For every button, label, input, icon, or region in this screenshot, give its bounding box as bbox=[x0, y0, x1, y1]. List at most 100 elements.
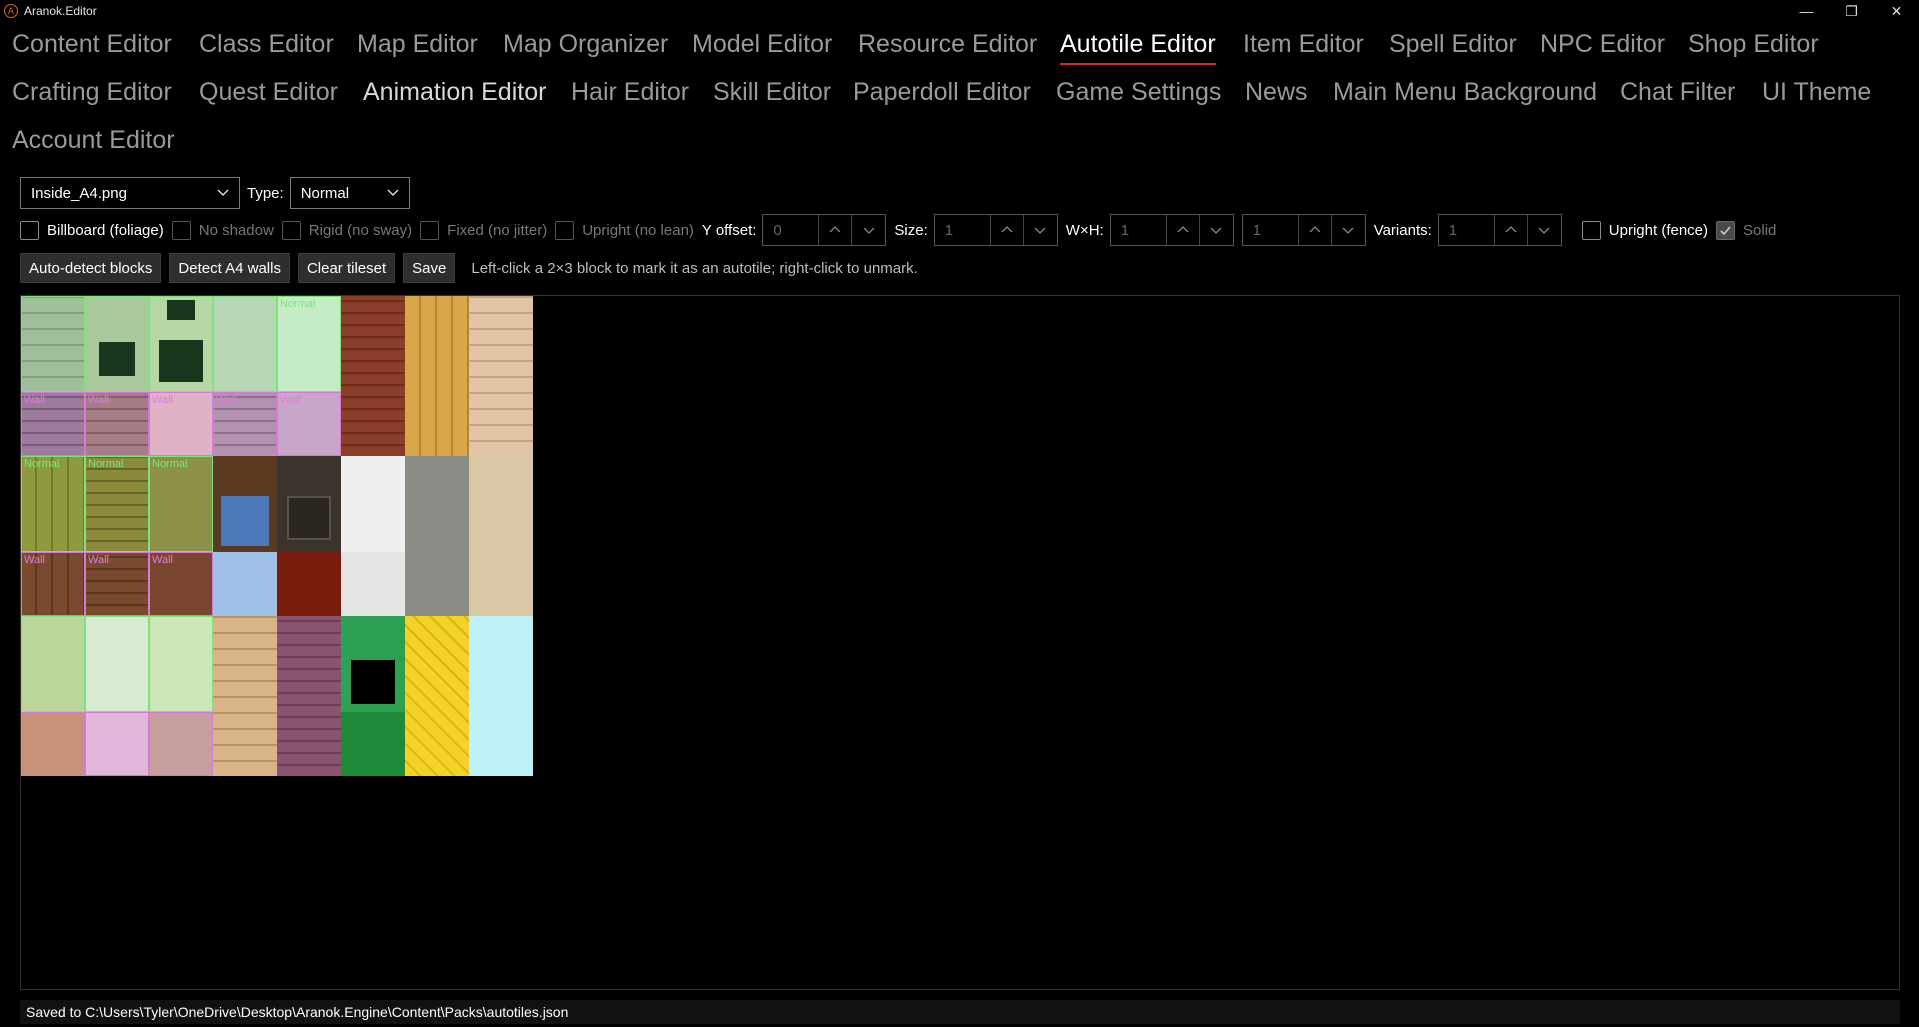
type-select[interactable]: Normal bbox=[289, 177, 410, 209]
autotile-block[interactable] bbox=[85, 296, 149, 392]
tile-block[interactable] bbox=[469, 456, 533, 616]
minimize-button[interactable]: — bbox=[1784, 0, 1829, 22]
tab-news[interactable]: News bbox=[1245, 72, 1308, 112]
autotile-block[interactable] bbox=[149, 712, 213, 776]
tab-content-editor[interactable]: Content Editor bbox=[12, 24, 172, 64]
autotile-block[interactable]: Wall bbox=[21, 392, 85, 456]
size-increment-button[interactable] bbox=[991, 215, 1024, 245]
y-offset-increment-button[interactable] bbox=[819, 215, 853, 245]
tile-block[interactable] bbox=[341, 616, 405, 712]
tab-model-editor[interactable]: Model Editor bbox=[692, 24, 832, 64]
autotile-block[interactable] bbox=[213, 296, 277, 392]
variants-increment-button[interactable] bbox=[1495, 215, 1528, 245]
autotile-block[interactable] bbox=[85, 616, 149, 712]
tile-block[interactable] bbox=[469, 616, 533, 776]
tab-game-settings[interactable]: Game Settings bbox=[1056, 72, 1221, 112]
autotile-block[interactable] bbox=[149, 296, 213, 392]
variants-value[interactable]: 1 bbox=[1439, 215, 1495, 245]
autotile-block[interactable] bbox=[149, 616, 213, 712]
save-button[interactable]: Save bbox=[403, 253, 456, 283]
tile-block[interactable] bbox=[341, 552, 405, 616]
size-value[interactable]: 1 bbox=[935, 215, 991, 245]
autotile-block[interactable]: Wall bbox=[85, 392, 149, 456]
autotile-block[interactable]: Wall bbox=[149, 552, 213, 616]
width-increment-button[interactable] bbox=[1167, 215, 1200, 245]
autotile-block[interactable] bbox=[21, 296, 85, 392]
tab-paperdoll-editor[interactable]: Paperdoll Editor bbox=[853, 72, 1031, 112]
tile-block[interactable] bbox=[405, 456, 469, 616]
tile-block[interactable] bbox=[341, 456, 405, 552]
tab-animation-editor[interactable]: Animation Editor bbox=[363, 72, 546, 112]
autotile-block[interactable]: Normal bbox=[21, 456, 85, 552]
autotile-block[interactable] bbox=[21, 712, 85, 776]
tab-item-editor[interactable]: Item Editor bbox=[1243, 24, 1364, 64]
tab-skill-editor[interactable]: Skill Editor bbox=[713, 72, 831, 112]
autotile-block[interactable]: Wall bbox=[277, 392, 341, 456]
autotile-block[interactable] bbox=[85, 712, 149, 776]
y-offset-decrement-button[interactable] bbox=[852, 215, 885, 245]
tile-block[interactable] bbox=[213, 456, 277, 552]
tile-block[interactable] bbox=[277, 616, 341, 776]
tile-block[interactable] bbox=[277, 456, 341, 552]
tileset-select[interactable]: Inside_A4.png bbox=[20, 177, 240, 209]
autotile-block[interactable]: Normal bbox=[277, 296, 341, 392]
tile-block[interactable] bbox=[405, 616, 469, 776]
tab-chat-filter[interactable]: Chat Filter bbox=[1620, 72, 1735, 112]
upright-fence-checkbox[interactable] bbox=[1581, 220, 1601, 240]
tab-shop-editor[interactable]: Shop Editor bbox=[1688, 24, 1819, 64]
height-value[interactable]: 1 bbox=[1243, 215, 1299, 245]
tab-crafting-editor[interactable]: Crafting Editor bbox=[12, 72, 172, 112]
y-offset-stepper[interactable]: 0 bbox=[762, 214, 887, 246]
y-offset-value[interactable]: 0 bbox=[763, 215, 820, 245]
autotile-block[interactable]: Normal bbox=[85, 456, 149, 552]
tab-map-editor[interactable]: Map Editor bbox=[357, 24, 478, 64]
autotile-block[interactable]: Wall bbox=[85, 552, 149, 616]
no-shadow-checkbox[interactable] bbox=[171, 220, 191, 240]
solid-checkbox[interactable] bbox=[1716, 220, 1736, 240]
autotile-block[interactable] bbox=[21, 616, 85, 712]
tab-ui-theme[interactable]: UI Theme bbox=[1762, 72, 1871, 112]
tile-block[interactable] bbox=[341, 296, 405, 456]
tile-block[interactable] bbox=[213, 616, 277, 776]
tile-block[interactable] bbox=[341, 712, 405, 776]
tab-spell-editor[interactable]: Spell Editor bbox=[1389, 24, 1517, 64]
height-decrement-button[interactable] bbox=[1332, 215, 1365, 245]
size-stepper[interactable]: 1 bbox=[933, 214, 1058, 246]
autotile-block[interactable]: Wall bbox=[149, 392, 213, 456]
upright-checkbox[interactable] bbox=[555, 220, 575, 240]
tab-hair-editor[interactable]: Hair Editor bbox=[571, 72, 689, 112]
billboard-checkbox[interactable] bbox=[20, 220, 39, 240]
height-stepper[interactable]: 1 bbox=[1241, 214, 1366, 246]
fixed-checkbox[interactable] bbox=[420, 220, 440, 240]
tab-autotile-editor[interactable]: Autotile Editor bbox=[1060, 24, 1216, 65]
tile-block[interactable] bbox=[469, 296, 533, 456]
tile-block[interactable] bbox=[405, 296, 469, 456]
tab-quest-editor[interactable]: Quest Editor bbox=[199, 72, 338, 112]
tab-account-editor[interactable]: Account Editor bbox=[12, 120, 175, 160]
tile-block[interactable] bbox=[213, 552, 277, 616]
auto-detect-blocks-button[interactable]: Auto-detect blocks bbox=[20, 253, 162, 283]
tab-main-menu-background[interactable]: Main Menu Background bbox=[1333, 72, 1597, 112]
tab-resource-editor[interactable]: Resource Editor bbox=[858, 24, 1037, 64]
tileset-image[interactable]: Normal Wall Wall Wall Wall Wall Normal N… bbox=[21, 296, 534, 776]
detect-a4-walls-button[interactable]: Detect A4 walls bbox=[169, 253, 290, 283]
maximize-button[interactable]: ❐ bbox=[1829, 0, 1874, 22]
height-increment-button[interactable] bbox=[1299, 215, 1332, 245]
tab-map-organizer[interactable]: Map Organizer bbox=[503, 24, 668, 64]
autotile-block[interactable]: Wall bbox=[21, 552, 85, 616]
width-stepper[interactable]: 1 bbox=[1109, 214, 1234, 246]
tile-block[interactable] bbox=[277, 552, 341, 616]
width-value[interactable]: 1 bbox=[1111, 215, 1167, 245]
autotile-block[interactable]: Wall bbox=[213, 392, 277, 456]
width-decrement-button[interactable] bbox=[1200, 215, 1233, 245]
autotile-block[interactable]: Normal bbox=[149, 456, 213, 552]
size-decrement-button[interactable] bbox=[1024, 215, 1057, 245]
variants-decrement-button[interactable] bbox=[1528, 215, 1561, 245]
variants-stepper[interactable]: 1 bbox=[1437, 214, 1562, 246]
rigid-checkbox[interactable] bbox=[281, 220, 301, 240]
tileset-canvas[interactable]: Normal Wall Wall Wall Wall Wall Normal N… bbox=[20, 295, 1900, 990]
tab-class-editor[interactable]: Class Editor bbox=[199, 24, 334, 64]
tab-npc-editor[interactable]: NPC Editor bbox=[1540, 24, 1665, 64]
close-button[interactable]: ✕ bbox=[1874, 0, 1919, 22]
clear-tileset-button[interactable]: Clear tileset bbox=[297, 253, 396, 283]
